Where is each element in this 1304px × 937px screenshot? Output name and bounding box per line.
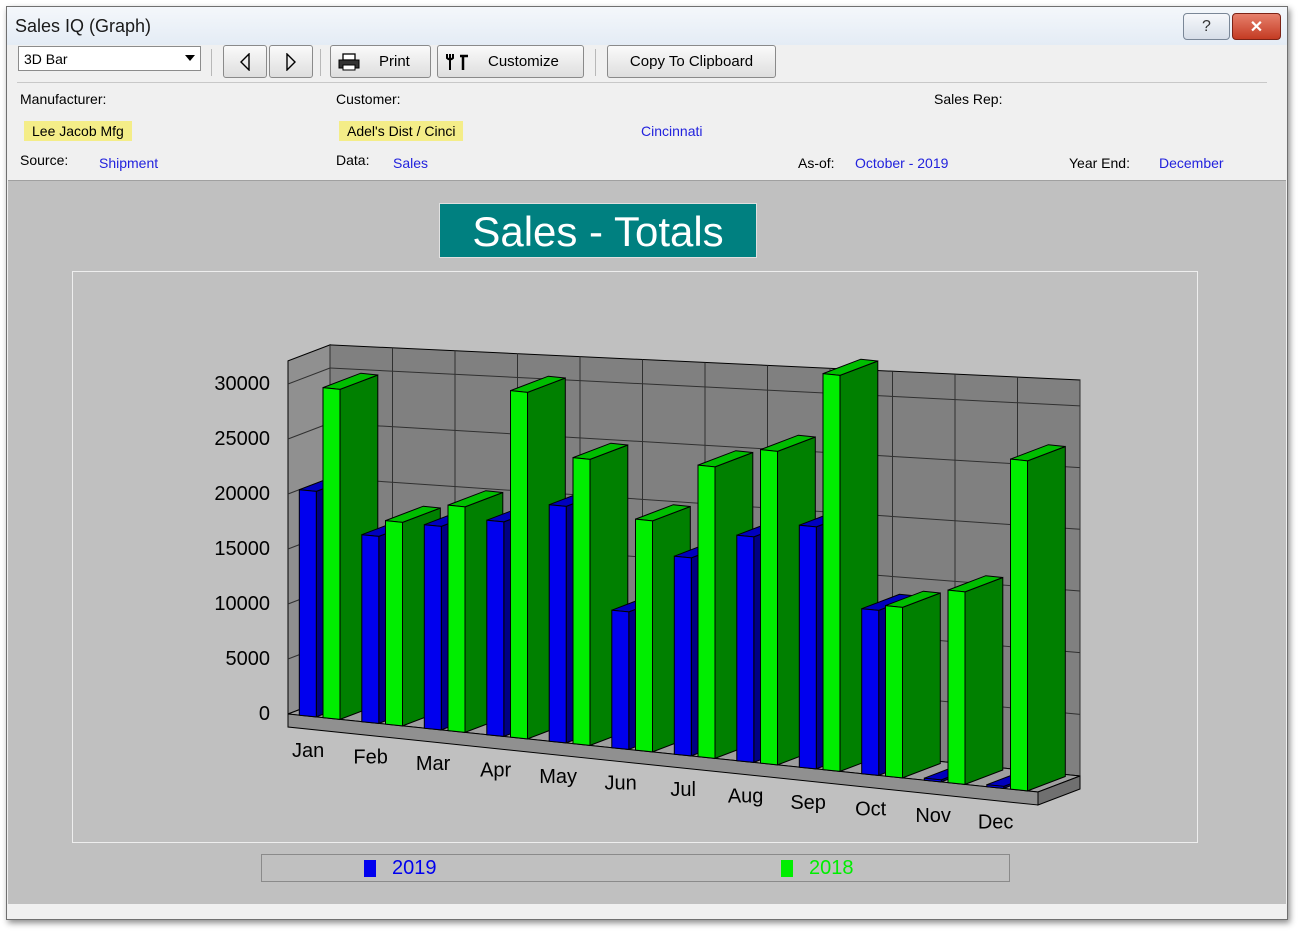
x-tick-label: Jul [670,779,696,801]
print-label: Print [379,53,410,70]
y-tick-label: 20000 [214,483,270,505]
legend-label-2018: 2018 [809,857,854,879]
graph-window: Sales IQ (Graph) ? ✕ 3D Bar Print Custom… [6,6,1288,920]
toolbar-separator [211,49,212,76]
asof-value: October - 2019 [855,155,949,171]
y-tick-label: 30000 [214,373,270,395]
triangle-left-icon [240,52,250,71]
source-value: Shipment [99,155,159,171]
bar-2018-Dec [1010,458,1028,792]
source-label: Source: [20,152,69,168]
customer-label: Customer: [336,91,401,107]
y-tick-label: 0 [259,703,270,725]
x-tick-label: Apr [480,759,511,781]
printer-icon [338,53,360,71]
y-tick-label: 15000 [214,538,270,560]
bar-chart: 0 5000 10000 15000 20000 25000 30000 Jan Feb Mar A… [214,344,1081,833]
bar-side-2018 [902,592,941,779]
year-end-label: Year End: [1069,155,1130,171]
bar-2018-Oct [885,605,903,779]
bar-2019-Oct [861,608,880,776]
data-value: Sales [393,155,429,171]
bar-2019-Jun [611,609,630,750]
bar-side-2018 [964,576,1004,786]
x-tick-label: Jun [605,772,637,794]
chart-title: Sales - Totals [439,203,757,258]
y-tick-label: 10000 [214,593,270,615]
manufacturer-value: Lee Jacob Mfg [24,121,132,141]
toolbar-divider [17,82,1267,83]
triangle-right-icon [286,52,296,71]
close-button[interactable]: ✕ [1232,13,1281,40]
bar-2019-Jan [298,489,317,718]
graph-type-select[interactable]: 3D Bar [18,46,201,71]
y-tick-label: 5000 [226,648,271,670]
bar-2018-Mar [447,504,466,733]
manufacturer-label: Manufacturer: [20,91,107,107]
bar-2018-Nov [947,589,966,785]
bar-2018-Feb [385,520,403,727]
graph-area: Sales - Totals 0 5000 10000 15000 20000 25000… [8,180,1286,904]
x-tick-label: Nov [915,805,951,827]
x-tick-label: Jan [292,740,324,762]
customer-value: Adel's Dist / Cinci [339,121,464,141]
bar-2019-Sep [798,524,817,770]
plot-area: 0 5000 10000 15000 20000 25000 30000 Jan Feb Mar A… [72,271,1198,843]
customer-city: Cincinnati [641,123,703,139]
bar-2019-Apr [486,519,505,737]
next-button[interactable] [269,45,313,78]
bar-2019-Jul [673,555,692,757]
x-tick-label: Aug [728,785,764,807]
sales-rep-label: Sales Rep: [934,91,1003,107]
graph-type-value: 3D Bar [24,51,68,67]
bar-2018-Sep [822,373,841,772]
x-tick-label: Feb [353,746,387,768]
toolbar-separator [595,49,596,76]
bar-2018-Jun [635,518,653,753]
legend-item-2018: 2018 [781,857,854,880]
window-title: Sales IQ (Graph) [15,16,152,36]
legend-label-2019: 2019 [392,857,437,879]
asof-label: As-of: [798,155,835,171]
copy-label: Copy To Clipboard [629,53,754,70]
x-tick-label: Dec [978,811,1014,833]
print-button[interactable]: Print [330,45,431,78]
title-bar[interactable]: Sales IQ (Graph) ? ✕ [7,7,1287,45]
y-tick-label: 25000 [214,428,270,450]
customize-button[interactable]: Customize [437,45,584,78]
data-label: Data: [336,152,370,168]
bar-2018-Aug [760,449,778,766]
year-end-value: December [1159,155,1224,171]
bar-2019-Mar [423,524,442,731]
legend-swatch-2019 [364,860,376,877]
x-tick-label: May [539,766,577,788]
bar-2018-Apr [510,390,528,740]
bar-2018-Jan [322,387,341,720]
x-tick-label: Oct [855,798,887,820]
help-button[interactable]: ? [1183,13,1230,40]
chart-legend: 2019 2018 [261,854,1010,882]
dropdown-arrow-icon [185,55,195,61]
legend-swatch-2018 [781,860,793,877]
bar-side-2018 [1027,445,1066,792]
tools-icon [446,54,468,70]
bar-2018-Jul [697,464,716,759]
bar-2019-Feb [361,534,380,724]
previous-button[interactable] [223,45,267,78]
bar-2018-May [572,457,591,746]
toolbar: 3D Bar Print Customize Copy To Clipboard [7,45,1287,83]
bar-2019-Aug [736,534,755,763]
customize-label: Customize [488,53,559,70]
x-tick-label: Sep [790,792,826,814]
x-tick-label: Mar [416,753,451,775]
legend-item-2019: 2019 [364,857,437,880]
toolbar-separator [320,49,321,76]
copy-to-clipboard-button[interactable]: Copy To Clipboard [607,45,776,78]
close-icon: ✕ [1249,18,1264,36]
bar-2019-May [548,504,567,744]
help-icon: ? [1202,17,1211,35]
